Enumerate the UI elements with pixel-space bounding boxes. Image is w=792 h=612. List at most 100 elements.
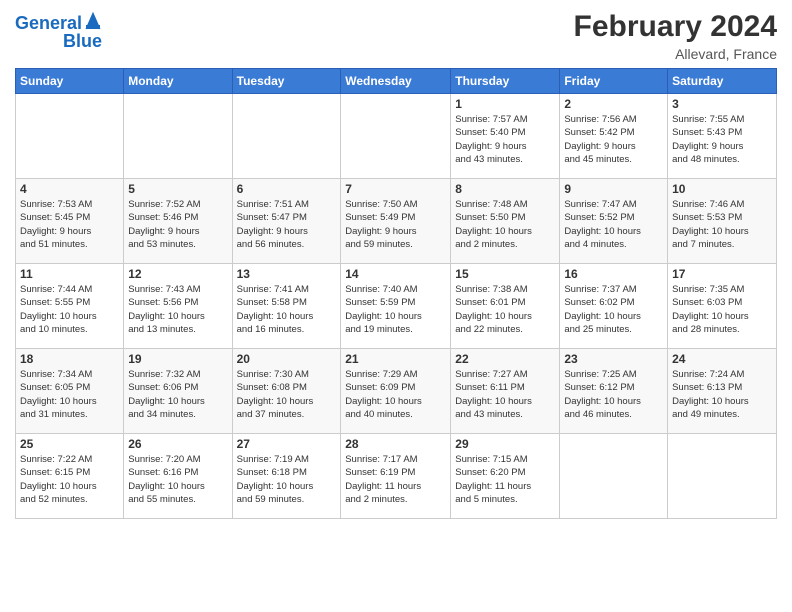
calendar-cell: 29Sunrise: 7:15 AM Sunset: 6:20 PM Dayli… — [451, 434, 560, 519]
weekday-header-row: SundayMondayTuesdayWednesdayThursdayFrid… — [16, 69, 777, 94]
calendar-cell: 12 Sunrise: 7:43 AM Sunset: 5:56 PM Dayli… — [124, 264, 232, 349]
day-detail: Sunrise: 7:56 AM Sunset: 5:42 PM Dayligh… — [564, 113, 663, 166]
day-detail: Sunrise: 7:30 AM Sunset: 6:08 PM Dayligh… — [237, 368, 337, 421]
calendar-cell: 21 Sunrise: 7:29 AM Sunset: 6:09 PM Dayli… — [341, 349, 451, 434]
day-number: 21 — [345, 352, 446, 366]
calendar-cell: 24Sunrise: 7:24 AM Sunset: 6:13 PM Dayli… — [668, 349, 777, 434]
calendar-cell: 4 Sunrise: 7:53 AM Sunset: 5:45 PM Daylig… — [16, 179, 124, 264]
calendar-cell: 8 Sunrise: 7:48 AM Sunset: 5:50 PM Daylig… — [451, 179, 560, 264]
day-detail: Sunrise: 7:55 AM Sunset: 5:43 PM Dayligh… — [672, 113, 772, 166]
day-number: 17 — [672, 267, 772, 281]
calendar-cell: 9 Sunrise: 7:47 AM Sunset: 5:52 PM Daylig… — [560, 179, 668, 264]
calendar-cell: 7 Sunrise: 7:50 AM Sunset: 5:49 PM Daylig… — [341, 179, 451, 264]
page: General Blue February 2024 Allevard, Fra… — [0, 0, 792, 612]
calendar-cell: 27 Sunrise: 7:19 AM Sunset: 6:18 PM Dayli… — [232, 434, 341, 519]
calendar-cell: 18 Sunrise: 7:34 AM Sunset: 6:05 PM Dayli… — [16, 349, 124, 434]
weekday-header-friday: Friday — [560, 69, 668, 94]
day-number: 27 — [237, 437, 337, 451]
calendar-cell — [560, 434, 668, 519]
day-number: 6 — [237, 182, 337, 196]
calendar-week-row: 1 Sunrise: 7:57 AM Sunset: 5:40 PM Daylig… — [16, 94, 777, 179]
day-detail: Sunrise: 7:47 AM Sunset: 5:52 PM Dayligh… — [564, 198, 663, 251]
calendar-cell: 20 Sunrise: 7:30 AM Sunset: 6:08 PM Dayli… — [232, 349, 341, 434]
day-number: 23 — [564, 352, 663, 366]
calendar-cell: 17Sunrise: 7:35 AM Sunset: 6:03 PM Dayli… — [668, 264, 777, 349]
day-detail: Sunrise: 7:40 AM Sunset: 5:59 PM Dayligh… — [345, 283, 446, 336]
calendar-cell: 5 Sunrise: 7:52 AM Sunset: 5:46 PM Daylig… — [124, 179, 232, 264]
calendar-cell: 16 Sunrise: 7:37 AM Sunset: 6:02 PM Dayli… — [560, 264, 668, 349]
day-detail: Sunrise: 7:37 AM Sunset: 6:02 PM Dayligh… — [564, 283, 663, 336]
calendar-cell — [232, 94, 341, 179]
calendar-week-row: 11 Sunrise: 7:44 AM Sunset: 5:55 PM Dayli… — [16, 264, 777, 349]
day-detail: Sunrise: 7:27 AM Sunset: 6:11 PM Dayligh… — [455, 368, 555, 421]
day-number: 14 — [345, 267, 446, 281]
day-number: 8 — [455, 182, 555, 196]
calendar-cell: 13 Sunrise: 7:41 AM Sunset: 5:58 PM Dayli… — [232, 264, 341, 349]
logo: General Blue — [15, 14, 102, 52]
day-number: 3 — [672, 97, 772, 111]
day-detail: Sunrise: 7:43 AM Sunset: 5:56 PM Dayligh… — [128, 283, 227, 336]
calendar-cell: 1 Sunrise: 7:57 AM Sunset: 5:40 PM Daylig… — [451, 94, 560, 179]
day-number: 24 — [672, 352, 772, 366]
calendar-week-row: 4 Sunrise: 7:53 AM Sunset: 5:45 PM Daylig… — [16, 179, 777, 264]
day-detail: Sunrise: 7:46 AM Sunset: 5:53 PM Dayligh… — [672, 198, 772, 251]
day-number: 16 — [564, 267, 663, 281]
day-detail: Sunrise: 7:32 AM Sunset: 6:06 PM Dayligh… — [128, 368, 227, 421]
weekday-header-tuesday: Tuesday — [232, 69, 341, 94]
calendar-cell — [124, 94, 232, 179]
day-number: 20 — [237, 352, 337, 366]
day-number: 19 — [128, 352, 227, 366]
weekday-header-sunday: Sunday — [16, 69, 124, 94]
day-detail: Sunrise: 7:22 AM Sunset: 6:15 PM Dayligh… — [20, 453, 119, 506]
day-number: 28 — [345, 437, 446, 451]
day-detail: Sunrise: 7:19 AM Sunset: 6:18 PM Dayligh… — [237, 453, 337, 506]
calendar-cell — [16, 94, 124, 179]
calendar-cell: 10Sunrise: 7:46 AM Sunset: 5:53 PM Dayli… — [668, 179, 777, 264]
weekday-header-thursday: Thursday — [451, 69, 560, 94]
day-number: 9 — [564, 182, 663, 196]
day-detail: Sunrise: 7:41 AM Sunset: 5:58 PM Dayligh… — [237, 283, 337, 336]
calendar-week-row: 18 Sunrise: 7:34 AM Sunset: 6:05 PM Dayli… — [16, 349, 777, 434]
day-number: 1 — [455, 97, 555, 111]
day-detail: Sunrise: 7:52 AM Sunset: 5:46 PM Dayligh… — [128, 198, 227, 251]
logo-text-blue: Blue — [63, 32, 102, 52]
calendar-cell: 22 Sunrise: 7:27 AM Sunset: 6:11 PM Dayli… — [451, 349, 560, 434]
day-detail: Sunrise: 7:44 AM Sunset: 5:55 PM Dayligh… — [20, 283, 119, 336]
day-number: 18 — [20, 352, 119, 366]
main-title: February 2024 — [574, 10, 777, 44]
calendar-table: SundayMondayTuesdayWednesdayThursdayFrid… — [15, 68, 777, 519]
day-detail: Sunrise: 7:20 AM Sunset: 6:16 PM Dayligh… — [128, 453, 227, 506]
calendar-cell: 3 Sunrise: 7:55 AM Sunset: 5:43 PM Daylig… — [668, 94, 777, 179]
day-detail: Sunrise: 7:34 AM Sunset: 6:05 PM Dayligh… — [20, 368, 119, 421]
calendar-cell: 2 Sunrise: 7:56 AM Sunset: 5:42 PM Daylig… — [560, 94, 668, 179]
day-detail: Sunrise: 7:29 AM Sunset: 6:09 PM Dayligh… — [345, 368, 446, 421]
day-number: 7 — [345, 182, 446, 196]
day-detail: Sunrise: 7:25 AM Sunset: 6:12 PM Dayligh… — [564, 368, 663, 421]
day-number: 4 — [20, 182, 119, 196]
calendar-cell — [668, 434, 777, 519]
day-number: 26 — [128, 437, 227, 451]
day-number: 12 — [128, 267, 227, 281]
calendar-cell: 15Sunrise: 7:38 AM Sunset: 6:01 PM Dayli… — [451, 264, 560, 349]
day-number: 25 — [20, 437, 119, 451]
day-detail: Sunrise: 7:15 AM Sunset: 6:20 PM Dayligh… — [455, 453, 555, 506]
day-detail: Sunrise: 7:51 AM Sunset: 5:47 PM Dayligh… — [237, 198, 337, 251]
day-detail: Sunrise: 7:57 AM Sunset: 5:40 PM Dayligh… — [455, 113, 555, 166]
day-number: 5 — [128, 182, 227, 196]
day-detail: Sunrise: 7:48 AM Sunset: 5:50 PM Dayligh… — [455, 198, 555, 251]
day-number: 22 — [455, 352, 555, 366]
calendar-cell: 19 Sunrise: 7:32 AM Sunset: 6:06 PM Dayli… — [124, 349, 232, 434]
day-number: 11 — [20, 267, 119, 281]
calendar-week-row: 25 Sunrise: 7:22 AM Sunset: 6:15 PM Dayli… — [16, 434, 777, 519]
day-detail: Sunrise: 7:50 AM Sunset: 5:49 PM Dayligh… — [345, 198, 446, 251]
calendar-cell: 23 Sunrise: 7:25 AM Sunset: 6:12 PM Dayli… — [560, 349, 668, 434]
calendar-cell: 6 Sunrise: 7:51 AM Sunset: 5:47 PM Daylig… — [232, 179, 341, 264]
weekday-header-monday: Monday — [124, 69, 232, 94]
calendar-cell — [341, 94, 451, 179]
day-number: 2 — [564, 97, 663, 111]
calendar-cell: 28 Sunrise: 7:17 AM Sunset: 6:19 PM Dayli… — [341, 434, 451, 519]
day-detail: Sunrise: 7:53 AM Sunset: 5:45 PM Dayligh… — [20, 198, 119, 251]
day-number: 13 — [237, 267, 337, 281]
logo-icon — [84, 9, 102, 31]
day-detail: Sunrise: 7:17 AM Sunset: 6:19 PM Dayligh… — [345, 453, 446, 506]
